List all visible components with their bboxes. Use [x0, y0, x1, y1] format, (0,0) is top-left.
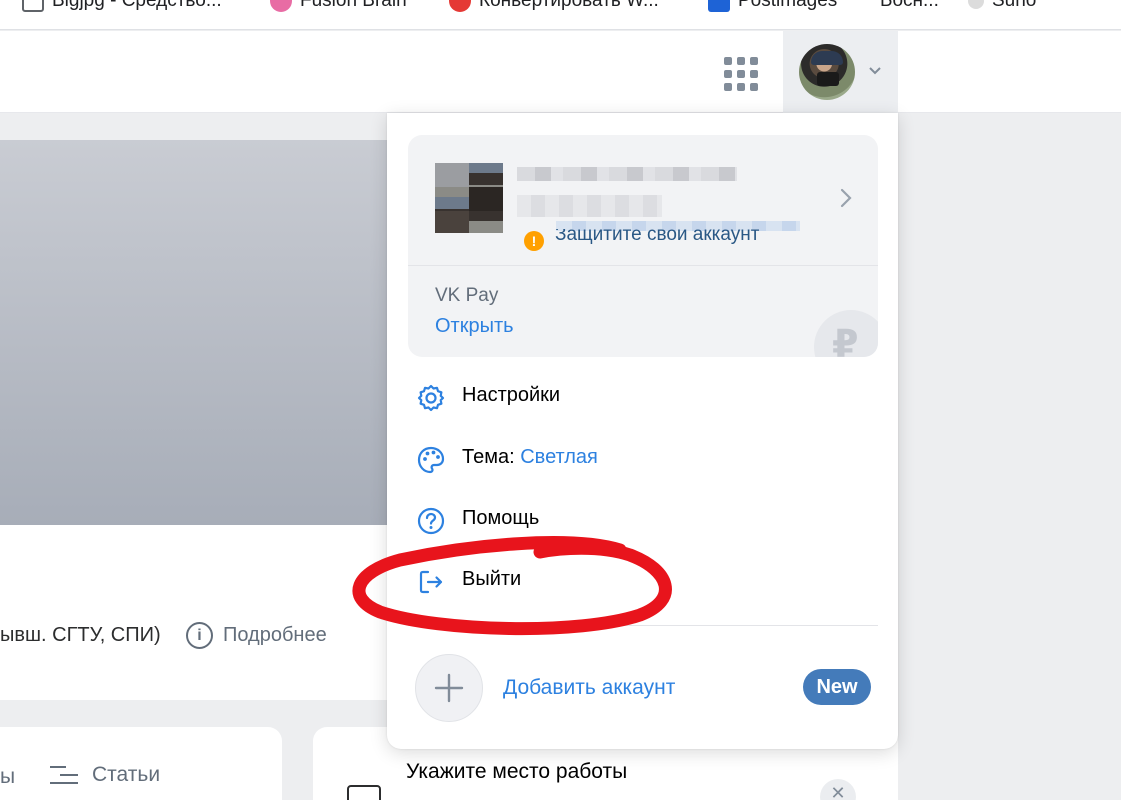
account-row[interactable]: ! Защитите свой аккаунт [408, 135, 878, 265]
menu-label-theme: Тема: Светлая [462, 446, 598, 469]
bookmark-fusion-brain[interactable]: Fusion Brain [270, 0, 407, 12]
menu-label-logout: Выйти [462, 568, 522, 590]
menu-item-settings[interactable]: Настройки [408, 371, 878, 423]
avatar [799, 44, 855, 100]
bookmark-label: Bigjpg - Средство... [52, 0, 222, 11]
bookmark-suno[interactable]: Suno [968, 0, 1036, 12]
fusion-brain-icon [270, 0, 292, 12]
protect-account-link[interactable]: Защитите свой аккаунт [555, 229, 759, 245]
bookmark-label: Postimages [738, 0, 838, 11]
menu-label-settings: Настройки [462, 384, 561, 406]
convert-icon [449, 0, 471, 12]
tab-previous[interactable]: ы [0, 765, 15, 789]
theme-label: Тема: [462, 446, 515, 468]
bookmark-bigjpg[interactable]: Bigjpg - Средство... [22, 0, 222, 12]
briefcase-icon [347, 785, 381, 800]
bookmark-label: Fusion Brain [300, 0, 407, 11]
bookmarks-bar: Bigjpg - Средство... Fusion Brain Конвер… [0, 0, 1121, 30]
vkpay-label: VK Pay [435, 285, 499, 306]
page-background [898, 113, 1121, 800]
bookmark-postimages[interactable]: Postimages [708, 0, 837, 12]
profile-info-card [0, 525, 387, 700]
blurred-account-info [517, 195, 662, 217]
warning-icon: ! [524, 231, 544, 251]
bookmark-label: Конвертировать W... [479, 0, 659, 11]
menu-item-theme[interactable]: Тема: Светлая [408, 433, 878, 485]
articles-icon [50, 764, 80, 786]
menu-item-logout[interactable]: Выйти [408, 555, 878, 607]
account-avatar [435, 163, 503, 233]
profile-menu-button[interactable] [783, 31, 898, 113]
details-link[interactable]: i Подробнее [186, 622, 327, 649]
divider [408, 265, 878, 266]
info-icon: i [186, 622, 213, 649]
profile-dropdown: ! Защитите свой аккаунт VK Pay Открыть ₽… [387, 113, 898, 749]
protect-account-label: Защитите свой аккаунт [555, 229, 760, 245]
bookmark-label: Босн... [880, 0, 939, 11]
ruble-icon: ₽ [814, 310, 878, 357]
work-prompt-title: Укажите место работы [406, 760, 628, 783]
bookmark-convert[interactable]: Конвертировать W... [449, 0, 659, 12]
gear-icon [416, 383, 446, 413]
add-account-label: Добавить аккаунт [503, 676, 676, 699]
chevron-down-icon [868, 63, 882, 79]
education-text: ывш. СГТУ, СПИ) [0, 624, 161, 646]
tab-articles[interactable]: Статьи [50, 763, 160, 787]
bookmark-blank[interactable]: Босн... [880, 0, 939, 12]
content-tabs-card: ы Статьи [0, 727, 282, 800]
add-account-button[interactable]: Добавить аккаунт New [408, 653, 878, 723]
new-badge: New [803, 669, 871, 705]
site-header [0, 31, 1121, 113]
details-label: Подробнее [223, 624, 327, 646]
chevron-right-icon [839, 187, 853, 209]
bigjpg-icon [22, 0, 44, 12]
menu-item-help[interactable]: Помощь [408, 494, 878, 546]
bookmark-label: Suno [992, 0, 1037, 11]
vkpay-open-link[interactable]: Открыть [435, 315, 514, 338]
blurred-account-name [517, 167, 737, 181]
divider [408, 625, 878, 626]
help-icon [416, 506, 446, 536]
plus-icon [415, 654, 483, 722]
suno-icon [968, 0, 984, 9]
profile-cover [0, 140, 387, 525]
menu-label-help: Помощь [462, 507, 540, 529]
account-card: ! Защитите свой аккаунт VK Pay Открыть ₽ [408, 135, 878, 357]
palette-icon [416, 445, 446, 475]
logout-icon [416, 567, 446, 597]
tab-articles-label: Статьи [92, 763, 161, 786]
postimages-icon [708, 0, 730, 12]
theme-value: Светлая [520, 446, 598, 468]
grid-icon[interactable] [720, 53, 762, 95]
